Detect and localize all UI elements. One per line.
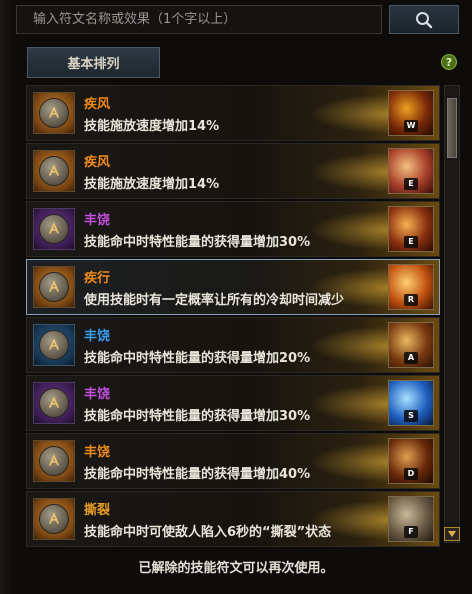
- rune-row[interactable]: 疾风技能施放速度增加14% W: [26, 85, 440, 141]
- window-frame: [0, 0, 10, 594]
- skill-hotkey-label: F: [404, 526, 418, 538]
- rune-list: 疾风 技能施放速度增加14% W 疾风 技能施放速度增加14% E 丰饶 技能命中时特性能量的…: [26, 85, 440, 549]
- footer-note: 已解除的技能符文可以再次使用。: [138, 561, 334, 576]
- search-icon: [416, 11, 433, 28]
- skill-hotkey-label: W: [404, 120, 418, 132]
- skill-hotkey-label: S: [404, 410, 418, 422]
- rune-glyph-icon: [39, 98, 69, 128]
- rune-name: 撕裂: [84, 503, 111, 518]
- rune-stone-icon: [33, 92, 75, 134]
- rune-row[interactable]: 疾行使用技能时有一定概率让所有的冷却时间减少 R: [26, 259, 440, 315]
- skill-hotkey-label: E: [404, 178, 418, 190]
- rune-row[interactable]: 丰饶技能命中时特性能量的获得量增加40% D: [26, 433, 440, 489]
- rune-row[interactable]: 丰饶技能命中时特性能量的获得量增加30% E: [26, 201, 440, 257]
- rune-stone-icon: [33, 498, 75, 540]
- rune-stone-icon: [33, 208, 75, 250]
- rune-glyph-icon: [39, 504, 69, 534]
- skill-hotkey-label: E: [404, 236, 418, 248]
- rune-glyph-icon: [39, 156, 69, 186]
- scrollbar[interactable]: [444, 85, 460, 543]
- rune-effect: 技能施放速度增加14%: [84, 177, 220, 192]
- skill-hotkey-label: A: [404, 352, 418, 364]
- skill-icon: S: [388, 380, 434, 426]
- rune-name: 丰饶: [84, 387, 111, 402]
- rune-effect: 技能命中时特性能量的获得量增加30%: [84, 235, 311, 250]
- skill-icon: R: [388, 264, 434, 310]
- search-field[interactable]: [16, 5, 382, 34]
- rune-effect: 技能命中时特性能量的获得量增加40%: [84, 467, 311, 482]
- help-icon[interactable]: ?: [441, 54, 457, 70]
- rune-stone-icon: [33, 266, 75, 308]
- skill-hotkey-label: R: [404, 294, 418, 306]
- rune-row[interactable]: 丰饶技能命中时特性能量的获得量增加20% A: [26, 317, 440, 373]
- skill-icon: F: [388, 496, 434, 542]
- skill-icon: E: [388, 206, 434, 252]
- rune-row[interactable]: 撕裂技能命中时可使敌人陷入6秒的“撕裂”状态 F: [26, 491, 440, 547]
- rune-stone-icon: [33, 382, 75, 424]
- rune-name: 丰饶: [84, 445, 111, 460]
- rune-name: 疾风: [84, 155, 111, 170]
- rune-effect: 技能命中时特性能量的获得量增加30%: [84, 409, 311, 424]
- search-input[interactable]: [31, 11, 381, 28]
- rune-stone-icon: [33, 324, 75, 366]
- rune-effect: 使用技能时有一定概率让所有的冷却时间减少: [84, 293, 345, 308]
- rune-name: 丰饶: [84, 213, 111, 228]
- rune-row[interactable]: 疾风技能施放速度增加14% E: [26, 143, 440, 199]
- rune-name: 疾风: [84, 97, 111, 112]
- rune-glyph-icon: [39, 446, 69, 476]
- skill-icon: D: [388, 438, 434, 484]
- rune-name: 疾行: [84, 271, 111, 286]
- scroll-thumb[interactable]: [447, 98, 457, 158]
- search-button[interactable]: [389, 5, 459, 34]
- skill-icon: W: [388, 90, 434, 136]
- rune-row[interactable]: 丰饶技能命中时特性能量的获得量增加30% S: [26, 375, 440, 431]
- skill-icon: E: [388, 148, 434, 194]
- sort-basic-button[interactable]: 基本排列: [27, 47, 160, 78]
- rune-effect: 技能命中时特性能量的获得量增加20%: [84, 351, 311, 366]
- rune-glyph-icon: [39, 272, 69, 302]
- rune-effect: 技能施放速度增加14%: [84, 119, 220, 134]
- rune-effect: 技能命中时可使敌人陷入6秒的“撕裂”状态: [84, 525, 332, 540]
- skill-hotkey-label: D: [404, 468, 418, 480]
- rune-name: 丰饶: [84, 329, 111, 344]
- skill-icon: A: [388, 322, 434, 368]
- rune-stone-icon: [33, 150, 75, 192]
- rune-glyph-icon: [39, 214, 69, 244]
- scroll-down-button[interactable]: [444, 527, 460, 541]
- rune-stone-icon: [33, 440, 75, 482]
- chevron-down-icon: [448, 531, 456, 537]
- rune-glyph-icon: [39, 330, 69, 360]
- rune-glyph-icon: [39, 388, 69, 418]
